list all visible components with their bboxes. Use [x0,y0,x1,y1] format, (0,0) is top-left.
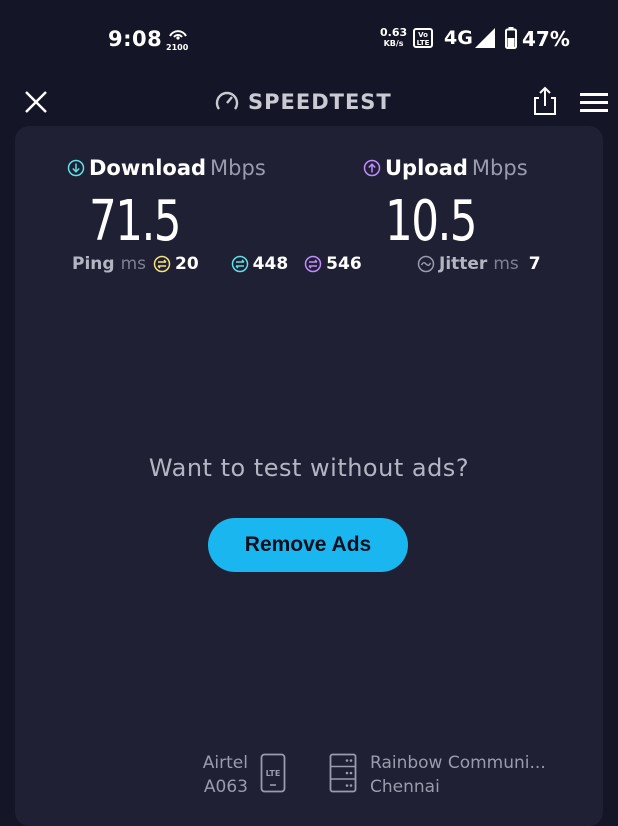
results-card: Download Mbps 71.5 Upload Mbps 10.5 Ping… [15,126,603,826]
server-name: Rainbow Communi... [370,753,546,773]
server-icon [329,753,357,793]
hotspot-icon: 2100 [166,26,190,52]
battery-percent: 47% [522,27,570,51]
jitter-row: Jitter ms 7 [417,254,541,274]
upload-label: Upload [385,156,468,180]
app-header: SPEEDTEST [0,80,618,124]
close-button[interactable] [22,88,50,116]
network-speed: 0.63 KB/s [380,26,408,48]
close-icon [25,91,47,113]
ping-label: Ping [72,254,115,274]
provider-code: A063 [203,777,248,797]
download-latency-icon [231,255,248,273]
download-label: Download [89,156,207,180]
signal-icon [475,28,495,48]
battery-icon [505,27,517,49]
download-unit: Mbps [210,156,266,180]
hotspot-label: 2100 [166,43,189,52]
upload-value: 10.5 [385,189,478,254]
volte-icon: Vo LTE [413,28,433,48]
lte-phone-icon: LTE [260,753,286,793]
ping-idle-value: 20 [174,254,199,274]
ping-upload-value: 546 [326,254,362,274]
server-info[interactable]: Rainbow Communi... Chennai [370,751,546,799]
idle-latency-icon [153,255,171,273]
jitter-icon [417,255,435,273]
hamburger-icon [580,93,608,112]
provider-info: Airtel A063 [198,751,248,799]
remove-ads-button[interactable]: Remove Ads [208,518,408,572]
lte-label: LTE [266,769,281,778]
network-type: 4G [444,27,473,49]
download-arrow-icon [67,159,85,177]
download-metric: Download Mbps 71.5 [67,156,266,252]
jitter-label: Jitter [439,254,488,274]
upload-latency-icon [304,255,322,273]
menu-button[interactable] [580,92,608,114]
upload-arrow-icon [363,159,381,177]
share-button[interactable] [532,86,558,116]
brand-logo: SPEEDTEST [214,88,392,116]
server-city: Chennai [370,777,440,797]
ping-row: Ping ms 20 448 546 [72,254,362,274]
gauge-icon [215,91,239,110]
upload-metric: Upload Mbps 10.5 [363,156,528,252]
download-value: 71.5 [89,189,182,254]
upload-unit: Mbps [471,156,528,180]
ping-download-value: 448 [252,254,289,274]
brand-name: SPEEDTEST [248,90,392,114]
status-time: 9:08 [108,27,163,51]
jitter-value: 7 [528,254,541,274]
ad-message: Want to test without ads? [148,454,470,482]
status-bar: 9:08 2100 0.63 KB/s Vo LTE 4G 47% [0,0,618,70]
provider-name: Airtel [202,753,248,773]
share-icon [534,86,556,115]
ping-unit: ms [120,254,146,274]
jitter-unit: ms [493,254,519,274]
